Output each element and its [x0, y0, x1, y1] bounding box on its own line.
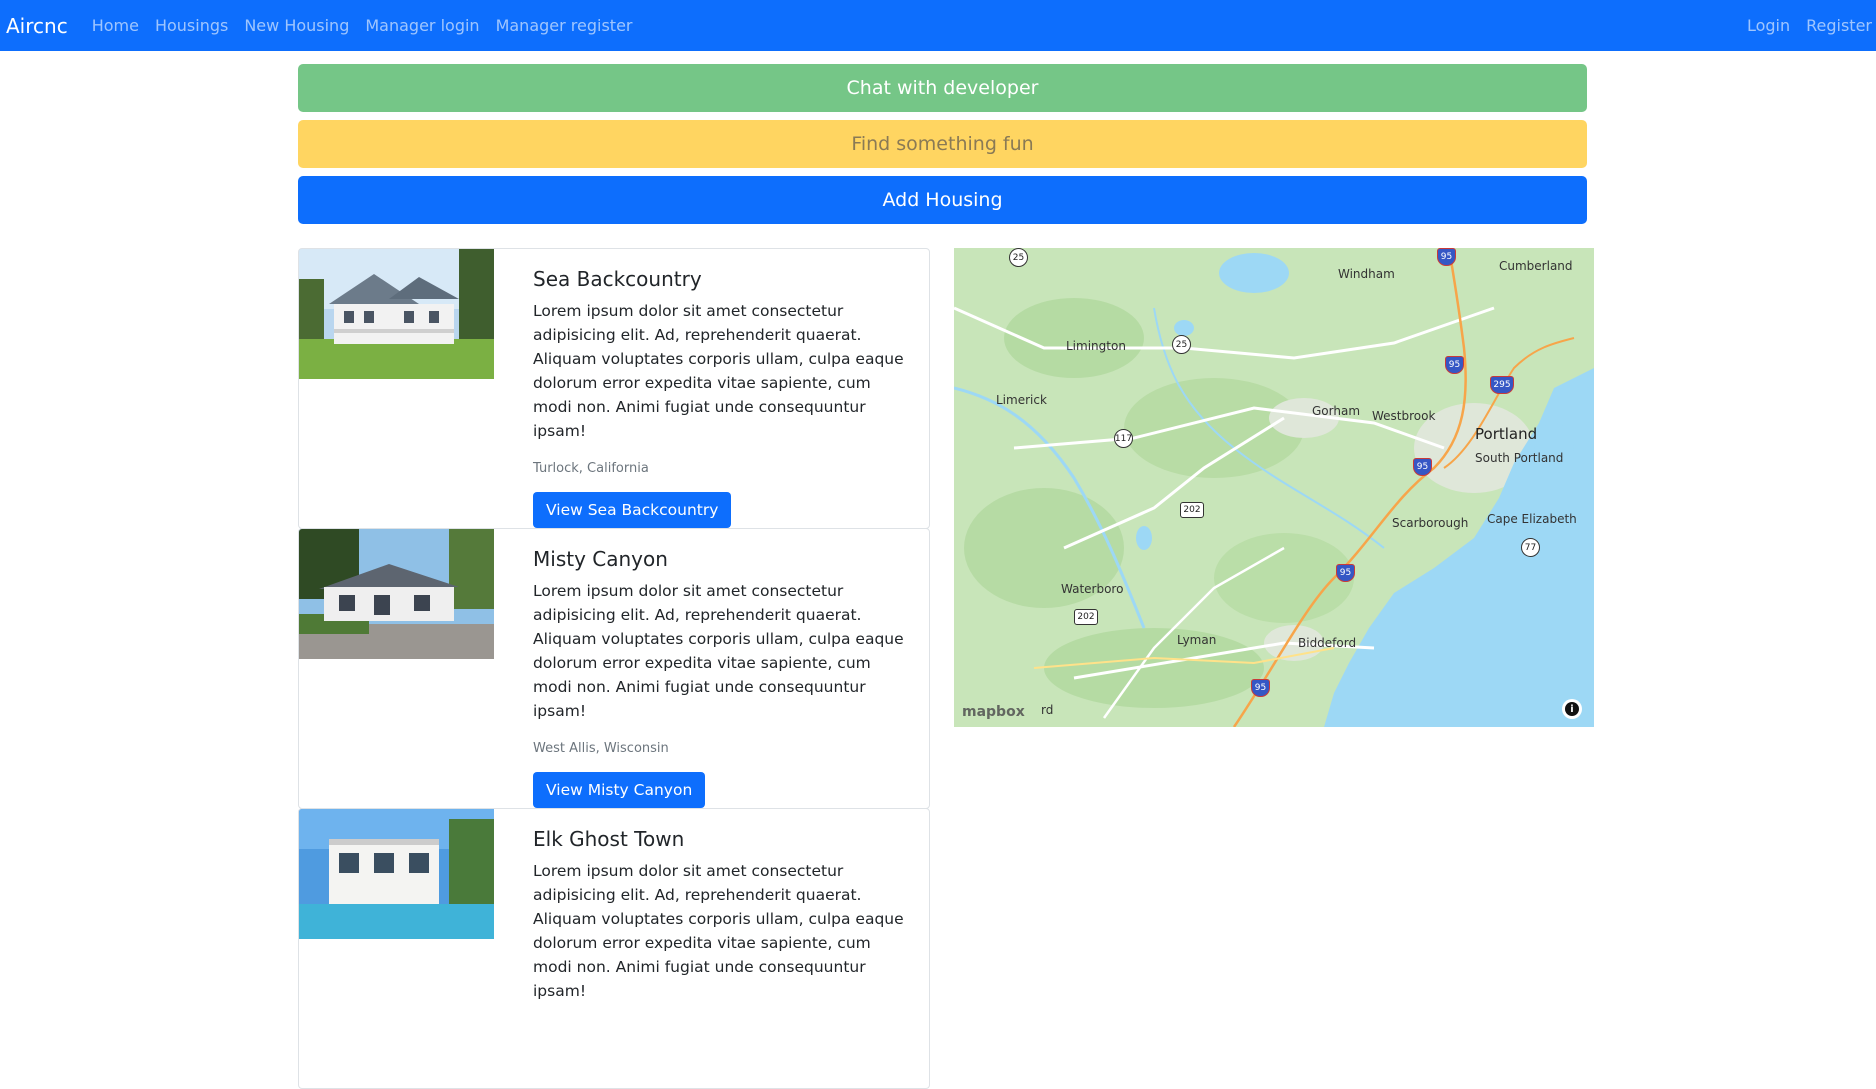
map-label-waterboro: Waterboro: [1061, 582, 1124, 596]
map-label-scarborough: Scarborough: [1392, 516, 1469, 530]
map-label-portland: Portland: [1475, 425, 1538, 443]
map-label-rd: rd: [1041, 703, 1054, 717]
interstate-shield: 295: [1490, 376, 1514, 394]
nav-new-housing[interactable]: New Housing: [244, 16, 349, 35]
top-navbar: Aircnc Home Housings New Housing Manager…: [0, 0, 1876, 51]
nav-register[interactable]: Register: [1806, 16, 1872, 35]
housing-description: Lorem ipsum dolor sit amet consectetur a…: [533, 302, 904, 440]
housing-card: Sea Backcountry Lorem ipsum dolor sit am…: [298, 248, 930, 529]
view-housing-button[interactable]: View Misty Canyon: [533, 772, 706, 808]
nav-manager-login[interactable]: Manager login: [365, 16, 479, 35]
route-shield: 25: [1009, 248, 1028, 267]
view-housing-button[interactable]: View Sea Backcountry: [533, 492, 732, 528]
map-label-cumberland: Cumberland: [1499, 259, 1573, 273]
map-label-cape-elizabeth: Cape Elizabeth: [1487, 512, 1577, 526]
route-shield: 25: [1172, 335, 1191, 354]
housing-map[interactable]: Windham Cumberland Limington Limerick Go…: [954, 248, 1594, 727]
nav-login[interactable]: Login: [1747, 16, 1790, 35]
map-label-gorham: Gorham: [1312, 404, 1361, 418]
find-something-fun-button[interactable]: Find something fun: [298, 120, 1587, 168]
housing-description: Lorem ipsum dolor sit amet consectetur a…: [533, 582, 904, 720]
interstate-shield: 95: [1251, 679, 1270, 697]
housing-card: Elk Ghost Town Lorem ipsum dolor sit ame…: [298, 808, 930, 1089]
info-icon[interactable]: i: [1562, 699, 1582, 719]
add-housing-button[interactable]: Add Housing: [298, 176, 1587, 224]
housing-image: [299, 529, 494, 659]
nav-home[interactable]: Home: [92, 16, 139, 35]
interstate-shield: 95: [1437, 248, 1456, 266]
route-shield: 117: [1114, 429, 1133, 448]
housing-image: [299, 249, 494, 379]
chat-with-developer-button[interactable]: Chat with developer: [298, 64, 1587, 112]
brand-link[interactable]: Aircnc: [6, 14, 68, 38]
map-label-lyman: Lyman: [1177, 633, 1217, 647]
map-label-limerick: Limerick: [996, 393, 1047, 407]
housing-card-body: Sea Backcountry Lorem ipsum dolor sit am…: [533, 267, 913, 528]
housing-description: Lorem ipsum dolor sit amet consectetur a…: [533, 862, 904, 1000]
housing-title: Misty Canyon: [533, 547, 668, 571]
interstate-shield: 95: [1445, 356, 1464, 374]
map-label-westbrook: Westbrook: [1372, 409, 1436, 423]
mapbox-logo: mapbox: [962, 704, 1025, 720]
nav-housings[interactable]: Housings: [155, 16, 228, 35]
map-label-south-portland: South Portland: [1475, 451, 1564, 465]
housing-card-body: Elk Ghost Town Lorem ipsum dolor sit ame…: [533, 827, 913, 1003]
housing-title: Elk Ghost Town: [533, 827, 685, 851]
housing-location: Turlock, California: [533, 461, 649, 476]
housing-location: West Allis, Wisconsin: [533, 741, 669, 756]
route-shield: 202: [1180, 502, 1204, 518]
housing-title: Sea Backcountry: [533, 267, 702, 291]
route-shield: 202: [1074, 609, 1098, 625]
route-shield: 77: [1521, 538, 1540, 557]
map-label-limington: Limington: [1066, 339, 1126, 353]
housing-card: Misty Canyon Lorem ipsum dolor sit amet …: [298, 528, 930, 809]
nav-right-group: Login Register: [1731, 0, 1872, 51]
interstate-shield: 95: [1336, 564, 1355, 582]
nav-manager-register[interactable]: Manager register: [496, 16, 633, 35]
map-label-biddeford: Biddeford: [1298, 636, 1357, 650]
interstate-shield: 95: [1413, 458, 1432, 476]
housing-image: [299, 809, 494, 939]
housing-card-body: Misty Canyon Lorem ipsum dolor sit amet …: [533, 547, 913, 808]
map-label-windham: Windham: [1338, 267, 1395, 281]
